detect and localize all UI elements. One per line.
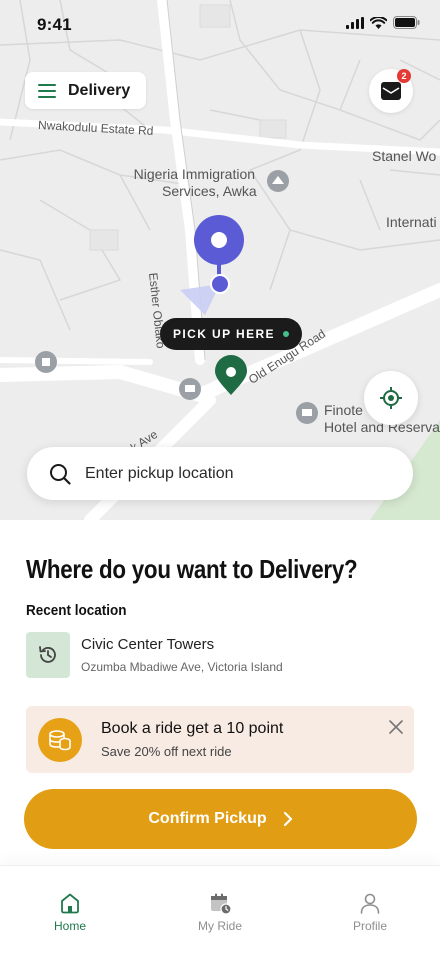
poi-name-line2: Services, Awka — [162, 183, 257, 199]
history-icon — [26, 632, 70, 678]
status-icons — [346, 16, 420, 29]
nav-item-profile[interactable]: Profile — [325, 891, 415, 933]
coins-icon — [38, 717, 82, 762]
nav-label-my-ride: My Ride — [197, 919, 242, 933]
recent-location-heading: Recent location — [26, 602, 127, 619]
close-icon[interactable] — [388, 719, 404, 735]
cellular-signal-icon — [346, 16, 364, 29]
pick-up-here-label[interactable]: PICK UP HERE — [160, 318, 302, 350]
poi-name-line1: Nigeria Immigration — [133, 166, 256, 182]
confirm-pickup-button[interactable]: Confirm Pickup — [24, 789, 417, 849]
map-label-poi: Nigeria Immigration Services, Awka — [132, 166, 257, 200]
search-icon — [50, 463, 71, 485]
nav-item-my-ride[interactable]: My Ride — [175, 891, 265, 933]
status-time: 9:41 — [37, 15, 72, 34]
promo-banner[interactable]: Book a ride get a 10 point Save 20% off … — [26, 706, 414, 773]
my-location-button[interactable] — [364, 371, 418, 425]
chevron-right-icon — [283, 811, 292, 827]
mail-icon — [381, 82, 401, 100]
crosshair-icon — [380, 387, 402, 409]
profile-icon — [360, 893, 380, 914]
pickup-search-bar[interactable] — [27, 447, 413, 500]
nav-label-profile: Profile — [352, 919, 387, 933]
status-dot-icon — [282, 331, 289, 337]
menu-button[interactable]: Delivery — [25, 72, 146, 109]
recent-location-name: Civic Center Towers — [81, 636, 215, 653]
bottom-sheet: Where do you want to Delivery? Recent lo… — [0, 520, 440, 865]
pickup-location-input[interactable] — [85, 464, 385, 483]
hamburger-menu-icon — [38, 83, 56, 98]
wifi-icon — [370, 16, 387, 29]
recent-location-item[interactable]: Civic Center Towers Ozumba Mbadiwe Ave, … — [26, 632, 416, 678]
promo-title: Book a ride get a 10 point — [101, 720, 284, 737]
bottom-navigation: Home My Ride Profile — [0, 865, 440, 956]
calendar-clock-icon — [211, 893, 232, 915]
notification-badge: 2 — [397, 69, 411, 83]
nav-item-home[interactable]: Home — [25, 891, 115, 933]
confirm-pickup-label: Confirm Pickup — [148, 810, 267, 827]
home-icon — [61, 893, 79, 914]
battery-icon — [393, 16, 420, 29]
pick-up-here-text: PICK UP HERE — [173, 327, 275, 341]
promo-subtitle: Save 20% off next ride — [101, 744, 232, 759]
inbox-button[interactable]: 2 — [369, 69, 413, 113]
status-bar: 9:41 — [0, 0, 440, 50]
nav-label-home: Home — [53, 919, 86, 933]
sheet-title: Where do you want to Delivery? — [26, 554, 358, 584]
recent-location-address: Ozumba Mbadiwe Ave, Victoria Island — [81, 660, 283, 674]
map-label-area: Internati — [386, 214, 437, 230]
map-label-area: Stanel Wo — [372, 148, 437, 164]
map-view[interactable]: Nwakodulu Estate Rd Nigeria Immigration … — [0, 0, 440, 520]
menu-label: Delivery — [68, 81, 131, 99]
